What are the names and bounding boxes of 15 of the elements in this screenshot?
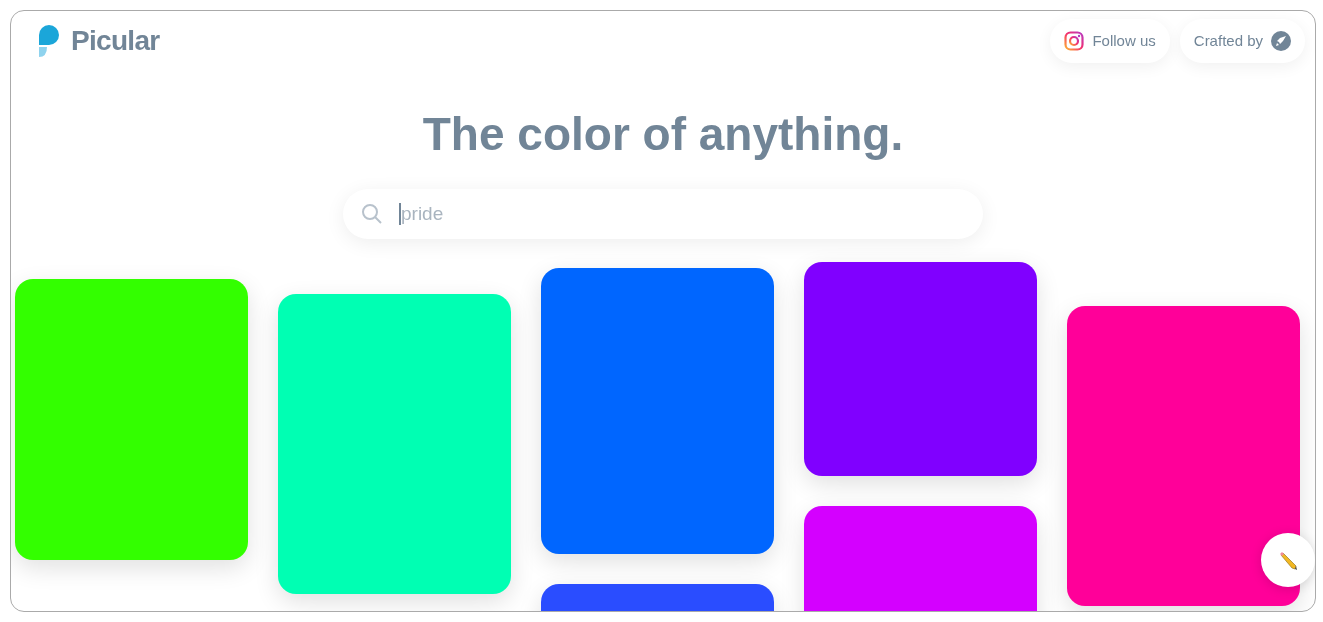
logo-text: Picular [71,24,160,58]
pencil-icon [1278,550,1298,570]
text-cursor [399,203,401,225]
rocket-icon [1271,31,1291,51]
color-swatch[interactable] [804,262,1037,476]
color-swatch[interactable] [278,294,511,594]
search-field[interactable]: pride [343,189,983,239]
color-swatch[interactable] [541,268,774,554]
color-swatch[interactable] [1067,306,1300,606]
follow-link[interactable]: Follow us [1050,19,1170,63]
color-swatch[interactable] [15,279,248,560]
crafted-by-link[interactable]: Crafted by [1179,19,1305,63]
instagram-icon [1064,31,1085,51]
search-icon [361,203,383,225]
logo-icon [39,25,61,57]
